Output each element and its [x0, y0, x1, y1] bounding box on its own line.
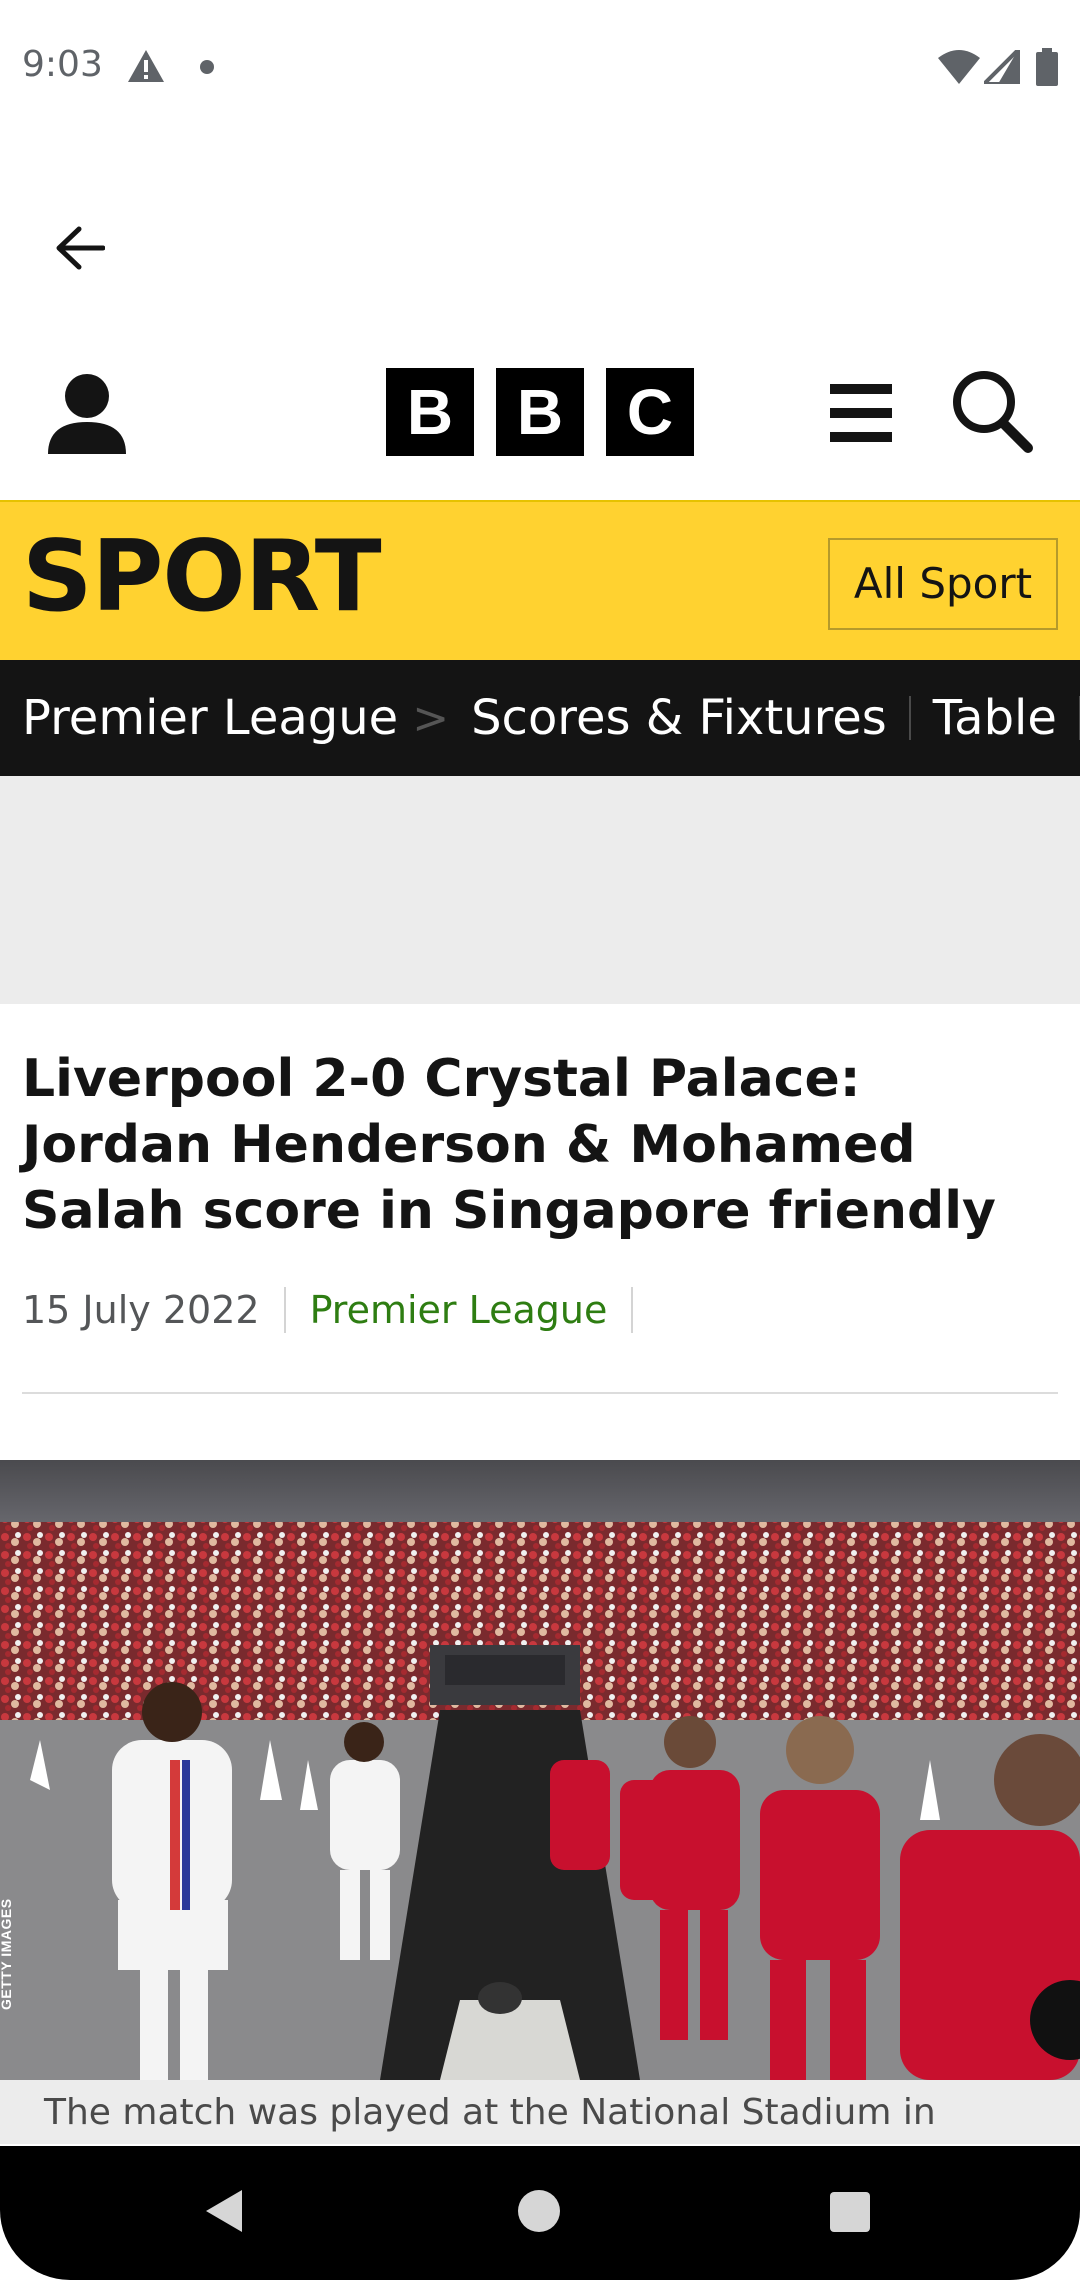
- photo-credit: GETTY IMAGES: [0, 1898, 14, 2010]
- status-time: 9:03: [22, 44, 103, 85]
- status-bar: 9:03: [0, 0, 1080, 136]
- alert-icon: [126, 48, 166, 89]
- bbc-logo-letter: B: [496, 368, 584, 456]
- nav-separator: [908, 696, 911, 740]
- caption-text: The match was played at the National Sta…: [44, 2092, 936, 2133]
- bbc-header: B B C: [0, 344, 1080, 502]
- bbc-logo[interactable]: B B C: [386, 368, 694, 456]
- search-icon[interactable]: [950, 368, 1034, 459]
- account-icon[interactable]: [46, 372, 128, 459]
- image-caption: The match was played at the National Sta…: [0, 2080, 1080, 2144]
- back-arrow-icon: [56, 226, 105, 270]
- wifi-icon: [938, 50, 980, 89]
- system-back-button[interactable]: [204, 2188, 244, 2239]
- article-section-link[interactable]: Premier League: [310, 1288, 608, 1332]
- sport-bar: SPORT All Sport: [0, 502, 1080, 660]
- system-recents-button[interactable]: [830, 2192, 870, 2232]
- ad-placeholder: [0, 776, 1080, 1004]
- hero-image[interactable]: [0, 1460, 1080, 2080]
- divider: [22, 1392, 1058, 1394]
- signal-icon: [979, 45, 1020, 89]
- article-meta: 15 July 2022 Premier League: [22, 1280, 657, 1340]
- chevron-right-icon: >: [412, 692, 450, 744]
- system-nav-bar: [0, 2146, 1080, 2280]
- all-sport-button[interactable]: All Sport: [828, 538, 1058, 630]
- system-home-button[interactable]: [518, 2190, 560, 2232]
- meta-separator: [631, 1287, 634, 1333]
- article-headline: Liverpool 2-0 Crystal Palace: Jordan Hen…: [22, 1049, 996, 1241]
- article-date: 15 July 2022: [22, 1288, 260, 1332]
- notification-dot-icon: [200, 60, 214, 74]
- meta-separator: [283, 1287, 286, 1333]
- sport-nav-strip[interactable]: Premier League > Scores & Fixtures Table…: [0, 660, 1080, 776]
- nav-item-premier-league[interactable]: Premier League: [22, 690, 398, 746]
- menu-icon[interactable]: [826, 384, 896, 449]
- back-button[interactable]: [40, 212, 120, 284]
- sport-title[interactable]: SPORT: [22, 520, 382, 634]
- bbc-logo-letter: B: [386, 368, 474, 456]
- bbc-logo-letter: C: [606, 368, 694, 456]
- nav-item-scores-fixtures[interactable]: Scores & Fixtures: [471, 690, 887, 746]
- nav-item-table[interactable]: Table: [933, 690, 1057, 746]
- battery-icon: [1036, 48, 1058, 91]
